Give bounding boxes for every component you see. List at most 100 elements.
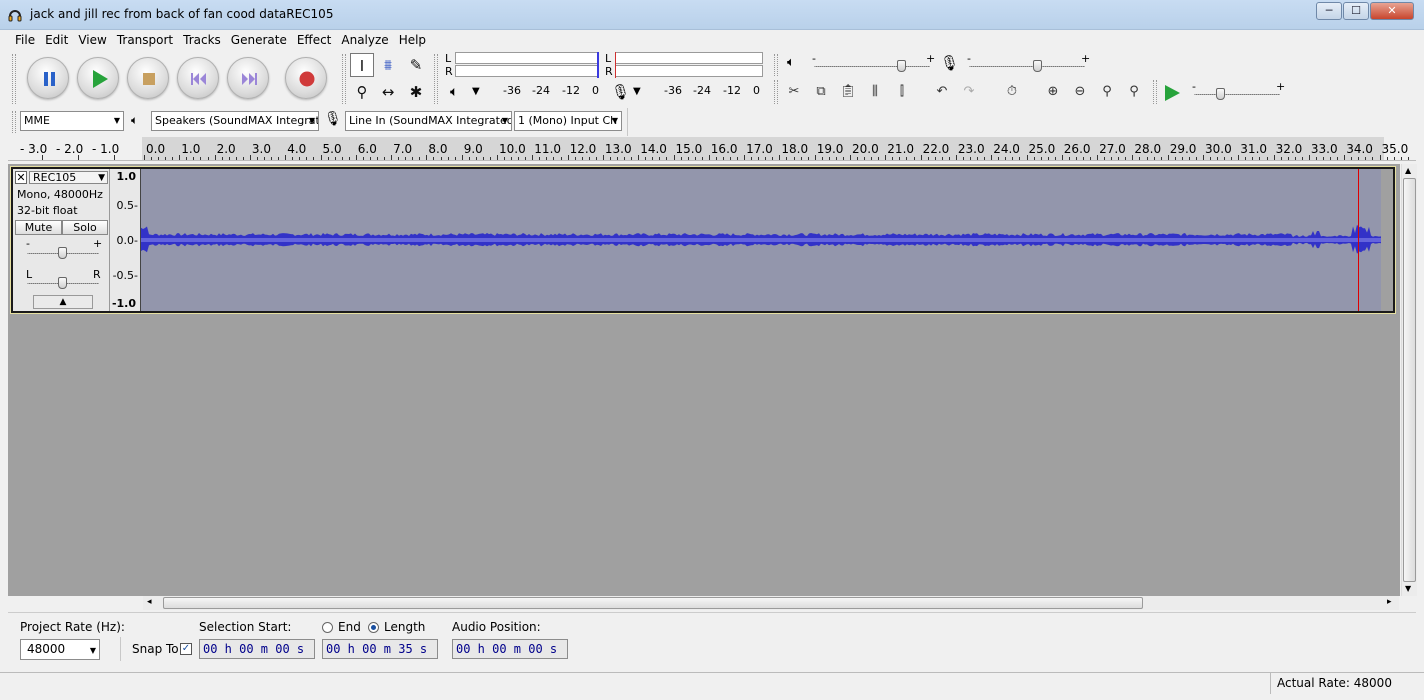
gain-slider-thumb[interactable] — [58, 247, 67, 259]
playback-speed-slider[interactable] — [1194, 94, 1280, 95]
timeshift-tool[interactable]: ↔ — [376, 80, 400, 104]
toolbar-grip[interactable] — [774, 80, 778, 104]
scroll-up-icon[interactable]: ▲ — [1405, 166, 1411, 175]
play-at-speed-icon[interactable] — [1162, 83, 1182, 103]
playback-speed-thumb[interactable] — [1216, 88, 1225, 100]
playback-meter-menu-icon[interactable]: ▼ — [472, 86, 480, 97]
toolbar-grip[interactable] — [12, 54, 16, 104]
toolbar-grip[interactable] — [774, 54, 778, 76]
horizontal-scroll-thumb[interactable] — [163, 597, 1143, 609]
audio-host-select[interactable]: MME ▼ — [20, 111, 124, 131]
record-meter-right[interactable] — [615, 65, 763, 77]
menu-edit[interactable]: Edit — [40, 30, 73, 50]
ruler-tick — [249, 155, 251, 160]
menu-transport[interactable]: Transport — [112, 30, 178, 50]
speaker-icon[interactable]: 🔈︎ — [450, 84, 458, 100]
selection-length-time[interactable]: 00 h 00 m 35 s — [322, 639, 438, 659]
menu-view[interactable]: View — [73, 30, 111, 50]
cut-button[interactable]: ✂ — [782, 80, 806, 104]
solo-button[interactable]: Solo — [62, 220, 108, 235]
track-name-menu[interactable]: REC105 ▼ — [29, 171, 108, 184]
toolbar-grip[interactable] — [1153, 80, 1157, 104]
selection-start-time[interactable]: 00 h 00 m 00 s — [199, 639, 315, 659]
menu-analyze[interactable]: Analyze — [336, 30, 393, 50]
playback-meter-left[interactable] — [455, 52, 599, 64]
toolbar-grip[interactable] — [434, 54, 438, 104]
maximize-button[interactable]: ☐ — [1343, 2, 1369, 20]
close-button[interactable]: ✕ — [1370, 2, 1414, 20]
minimize-button[interactable]: ─ — [1316, 2, 1342, 20]
output-volume-slider[interactable] — [814, 66, 930, 67]
vertical-ruler[interactable]: 1.0 0.5- 0.0- -0.5- -1.0 — [110, 169, 141, 311]
record-button[interactable] — [285, 57, 327, 99]
menu-file[interactable]: File — [10, 30, 40, 50]
end-radio[interactable] — [322, 622, 333, 633]
ruler-minor-tick — [511, 157, 513, 160]
stop-button[interactable] — [127, 57, 169, 99]
project-rate-select[interactable]: 48000 ▼ — [20, 639, 100, 660]
toolbar-grip[interactable] — [12, 111, 16, 133]
audio-position-time[interactable]: 00 h 00 m 00 s — [452, 639, 568, 659]
record-meter-left[interactable] — [615, 52, 763, 64]
input-device-select[interactable]: Line In (SoundMAX Integrated ▼ — [345, 111, 512, 131]
pause-button[interactable] — [27, 57, 69, 99]
multi-tool[interactable]: ✱ — [404, 80, 428, 104]
collapse-track-icon[interactable]: ▲ — [33, 295, 93, 309]
horizontal-scrollbar[interactable]: ◂ ▸ — [143, 596, 1399, 610]
zoom-tool[interactable]: ⚲ — [350, 80, 374, 104]
track-control-panel[interactable]: ✕ REC105 ▼ Mono, 48000Hz 32-bit float Mu… — [13, 169, 110, 311]
menu-bar: File Edit View Transport Tracks Generate Effec… — [0, 30, 1424, 50]
menu-help[interactable]: Help — [394, 30, 431, 50]
fit-selection-button[interactable]: ⚲ — [1095, 80, 1119, 104]
timeline-ruler[interactable]: - 3.0 - 2.0 - 1.0 0.0 1.0 2.0 3.0 4.0 5.0 6.0 7… — [8, 137, 1416, 161]
menu-generate[interactable]: Generate — [226, 30, 292, 50]
ruler-minor-tick — [475, 157, 477, 160]
paste-button[interactable]: 📋︎ — [836, 80, 860, 104]
vertical-scroll-thumb[interactable] — [1403, 178, 1416, 582]
skip-to-end-button[interactable] — [227, 57, 269, 99]
chevron-down-icon: ▼ — [89, 646, 96, 655]
track-panel[interactable]: ✕ REC105 ▼ Mono, 48000Hz 32-bit float Mu… — [8, 164, 1400, 596]
menu-effect[interactable]: Effect — [292, 30, 337, 50]
selection-tool[interactable]: I — [350, 53, 374, 77]
play-button[interactable] — [77, 57, 119, 99]
input-volume-thumb[interactable] — [1033, 60, 1042, 72]
scroll-left-icon[interactable]: ◂ — [147, 597, 152, 607]
close-track-icon[interactable]: ✕ — [15, 171, 27, 184]
scroll-right-icon[interactable]: ▸ — [1387, 597, 1392, 607]
scroll-down-icon[interactable]: ▼ — [1405, 584, 1411, 593]
draw-tool[interactable]: ✎ — [404, 53, 428, 77]
zoom-in-button[interactable]: ⊕ — [1041, 80, 1065, 104]
toolbar-grip[interactable] — [342, 54, 346, 104]
output-device-select[interactable]: Speakers (SoundMAX Integrat ▼ — [151, 111, 319, 131]
vertical-scrollbar[interactable]: ▲ ▼ — [1401, 164, 1417, 596]
length-radio[interactable] — [368, 622, 379, 633]
mute-button[interactable]: Mute — [15, 220, 62, 235]
ruler-minor-tick — [899, 157, 901, 160]
redo-button[interactable]: ↷ — [957, 80, 981, 104]
fit-project-button[interactable]: ⚲ — [1122, 80, 1146, 104]
undo-button[interactable]: ↶ — [930, 80, 954, 104]
pan-slider-thumb[interactable] — [58, 277, 67, 289]
ruler-minor-tick — [454, 157, 456, 160]
record-meter-menu-icon[interactable]: ▼ — [633, 86, 641, 97]
ruler-minor-tick — [200, 157, 202, 160]
menu-tracks[interactable]: Tracks — [178, 30, 226, 50]
input-volume-slider[interactable] — [969, 66, 1085, 67]
silence-button[interactable]: ⫿ — [890, 80, 914, 104]
output-volume-thumb[interactable] — [897, 60, 906, 72]
input-channels-select[interactable]: 1 (Mono) Input Ch ▼ — [514, 111, 622, 131]
snap-to-checkbox[interactable]: ✓ — [180, 643, 192, 655]
copy-button[interactable]: ⧉ — [809, 80, 833, 104]
envelope-tool[interactable]: ⩩ — [376, 53, 400, 77]
microphone-icon[interactable]: 🎙︎ — [611, 83, 630, 101]
sync-lock-button[interactable]: ⏱ — [1000, 80, 1024, 104]
trim-button[interactable]: ⫼ — [863, 80, 887, 104]
waveform-display[interactable] — [141, 169, 1381, 311]
silence-icon: ⫿ — [899, 84, 905, 99]
skip-to-start-button[interactable] — [177, 57, 219, 99]
audio-track[interactable]: ✕ REC105 ▼ Mono, 48000Hz 32-bit float Mu… — [10, 166, 1396, 314]
playback-meter-right[interactable] — [455, 65, 599, 77]
zoom-out-button[interactable]: ⊖ — [1068, 80, 1092, 104]
ruler-label: 15.0 — [675, 142, 703, 156]
